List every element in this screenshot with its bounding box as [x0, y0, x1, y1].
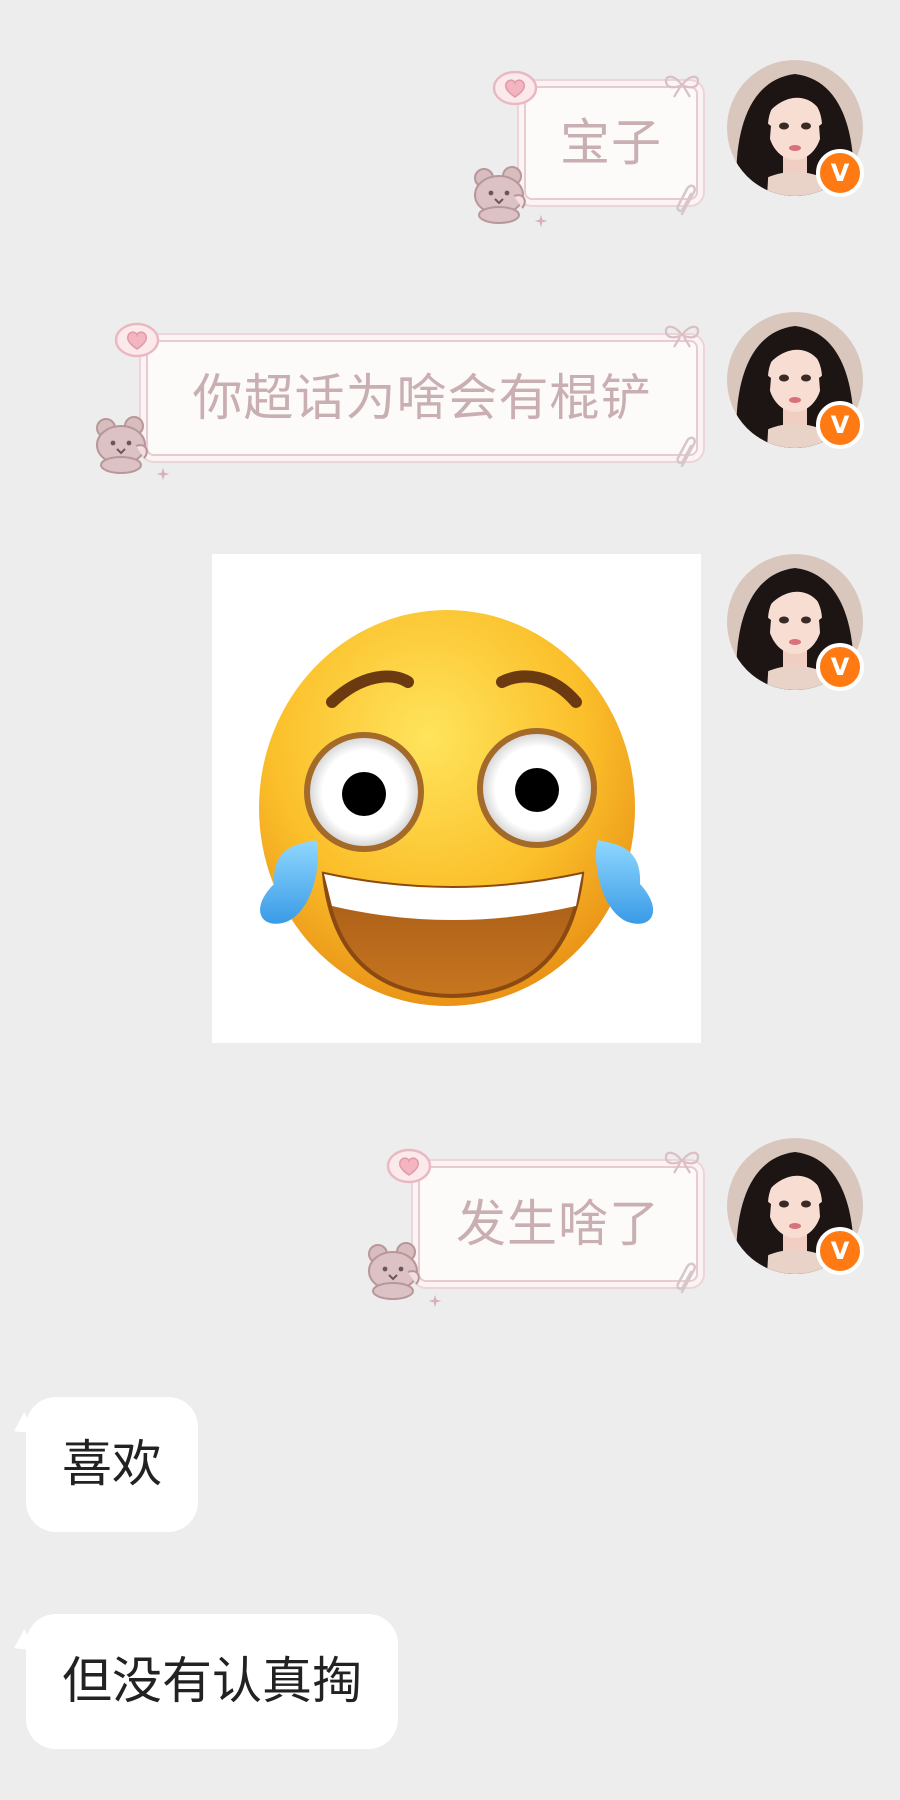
laughing-crying-emoji-icon: [259, 610, 654, 1006]
avatar[interactable]: V: [727, 554, 864, 691]
heart-tag-icon: [492, 70, 538, 106]
message-text: 喜欢: [62, 1435, 162, 1493]
image-message[interactable]: [212, 554, 701, 1043]
paperclip-icon: [672, 1260, 702, 1296]
verified-badge-icon: V: [816, 149, 864, 197]
bear-sticker-icon: [364, 1242, 428, 1300]
sparkle-icon: [156, 467, 170, 481]
bear-sticker-icon: [92, 416, 156, 474]
bow-icon: [662, 322, 702, 348]
message-bubble[interactable]: 宝子: [470, 70, 698, 230]
paperclip-icon: [672, 182, 702, 218]
sparkle-icon: [534, 214, 548, 228]
message-text: 但没有认真掏: [62, 1652, 362, 1710]
message-text: 发生啥了: [456, 1195, 660, 1253]
message-bubble-received[interactable]: 喜欢: [8, 1397, 198, 1532]
heart-tag-icon: [386, 1148, 432, 1184]
verified-badge-icon: V: [816, 643, 864, 691]
bow-icon: [662, 72, 702, 98]
message-bubble-received[interactable]: 但没有认真掏: [8, 1614, 398, 1749]
avatar[interactable]: V: [727, 312, 864, 449]
paperclip-icon: [672, 434, 702, 470]
bow-icon: [662, 1148, 702, 1174]
message-text: 宝子: [560, 114, 662, 172]
message-bubble[interactable]: 发生啥了: [364, 1148, 698, 1310]
message-text: 你超话为啥会有棍铲: [192, 369, 652, 427]
sparkle-icon: [428, 1294, 442, 1308]
avatar[interactable]: V: [727, 60, 864, 197]
verified-badge-icon: V: [816, 1227, 864, 1275]
avatar[interactable]: V: [727, 1138, 864, 1275]
bear-sticker-icon: [470, 166, 534, 224]
message-bubble[interactable]: 你超话为啥会有棍铲: [92, 322, 698, 487]
verified-badge-icon: V: [816, 401, 864, 449]
heart-tag-icon: [114, 322, 160, 358]
